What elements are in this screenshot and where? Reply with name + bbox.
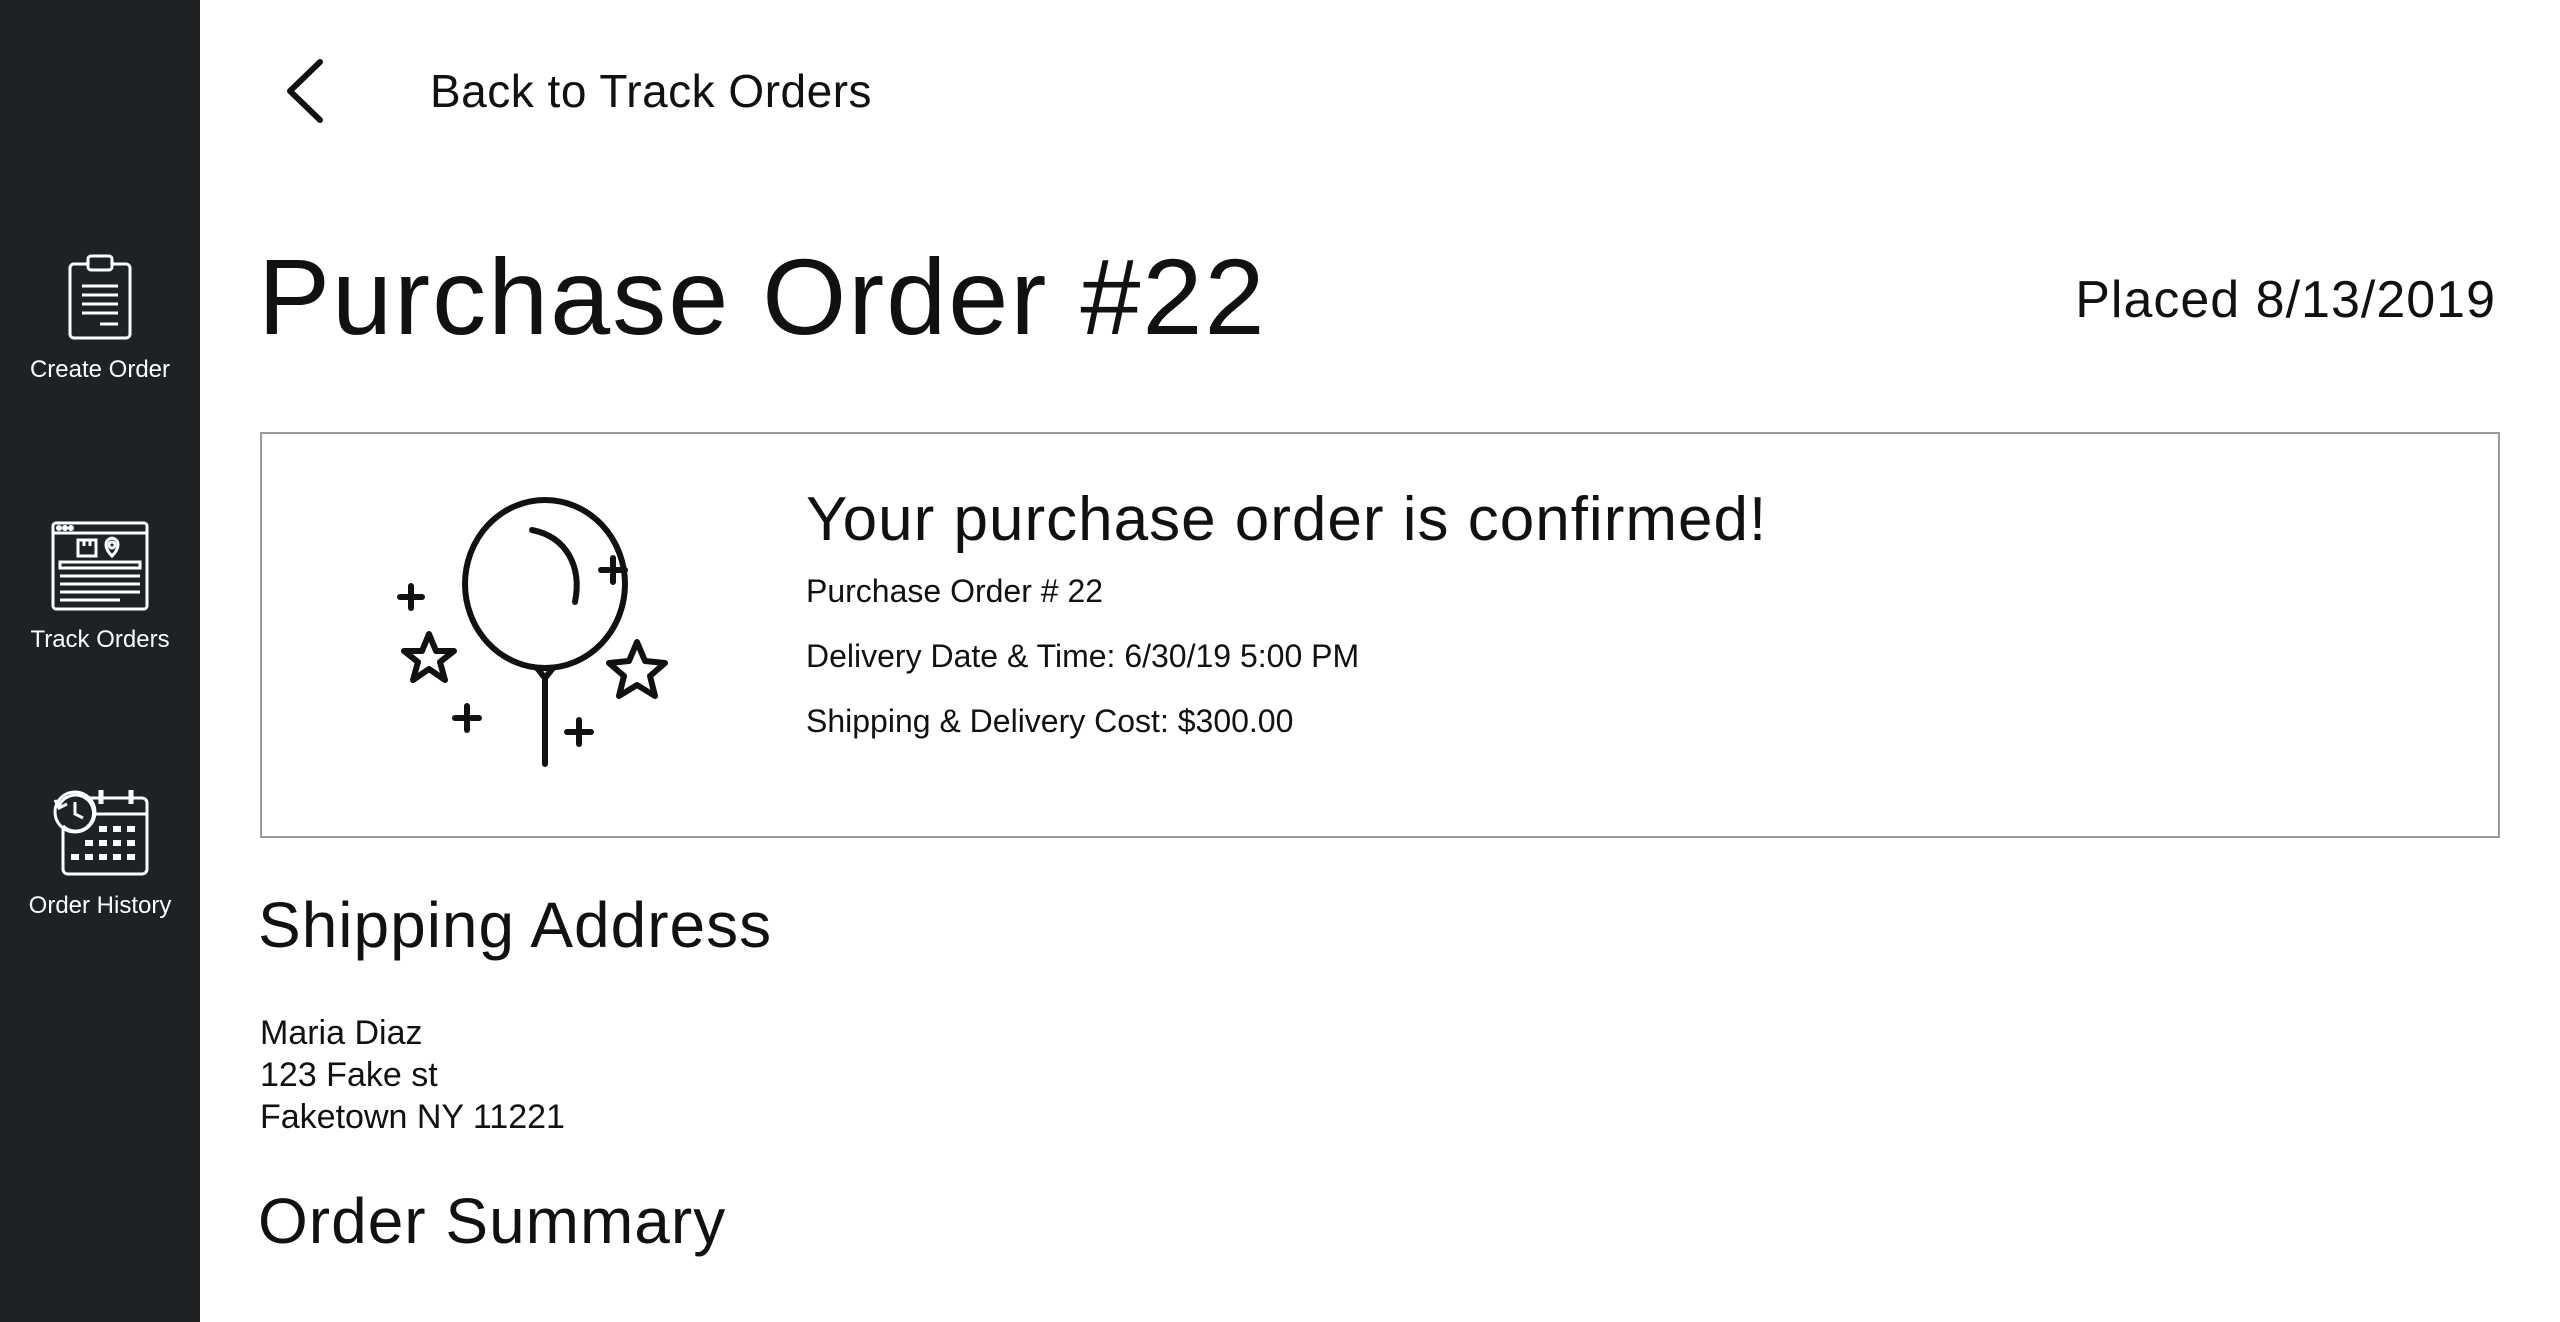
shipping-cost: Shipping & Delivery Cost: $300.00 xyxy=(806,703,1294,739)
confirmation-details: Your purchase order is confirmed! Purcha… xyxy=(806,484,1767,768)
back-link-label: Back to Track Orders xyxy=(430,65,873,117)
sidebar-item-create-order[interactable]: Create Order xyxy=(0,252,200,384)
address-city: Faketown NY 11221 xyxy=(260,1098,565,1136)
calendar-history-icon xyxy=(53,790,149,876)
sidebar-item-label: Order History xyxy=(28,892,172,919)
shipping-address: Maria Diaz 123 Fake st Faketown NY 11221 xyxy=(260,1012,565,1138)
shipping-address-heading: Shipping Address xyxy=(258,889,773,961)
sidebar-item-label: Create Order xyxy=(29,356,171,383)
balloon-stars-icon xyxy=(397,497,668,767)
chevron-left-icon xyxy=(287,59,323,123)
address-name: Maria Diaz xyxy=(260,1014,423,1052)
page-title: Purchase Order #22 xyxy=(258,236,1267,357)
sidebar-item-order-history[interactable]: Order History xyxy=(0,786,200,920)
clipboard-icon xyxy=(68,254,132,340)
track-browser-icon xyxy=(51,521,149,611)
main-content: Back to Track Orders Purchase Order #22 … xyxy=(200,0,2560,1322)
order-summary-heading: Order Summary xyxy=(258,1185,727,1257)
sidebar-item-track-orders[interactable]: Track Orders xyxy=(0,520,200,654)
address-street: 123 Fake st xyxy=(260,1056,438,1094)
sidebar: Create Order Track Orders Order History xyxy=(0,0,200,1322)
confirmation-card: Your purchase order is confirmed! Purcha… xyxy=(260,432,2500,838)
order-number: Purchase Order # 22 xyxy=(806,573,1104,609)
back-link[interactable]: Back to Track Orders xyxy=(280,56,872,126)
sidebar-item-label: Track Orders xyxy=(30,626,170,653)
placed-date: Placed 8/13/2019 xyxy=(2075,271,2496,329)
confirmation-heading: Your purchase order is confirmed! xyxy=(806,485,1768,554)
delivery-date-time: Delivery Date & Time: 6/30/19 5:00 PM xyxy=(806,638,1360,674)
